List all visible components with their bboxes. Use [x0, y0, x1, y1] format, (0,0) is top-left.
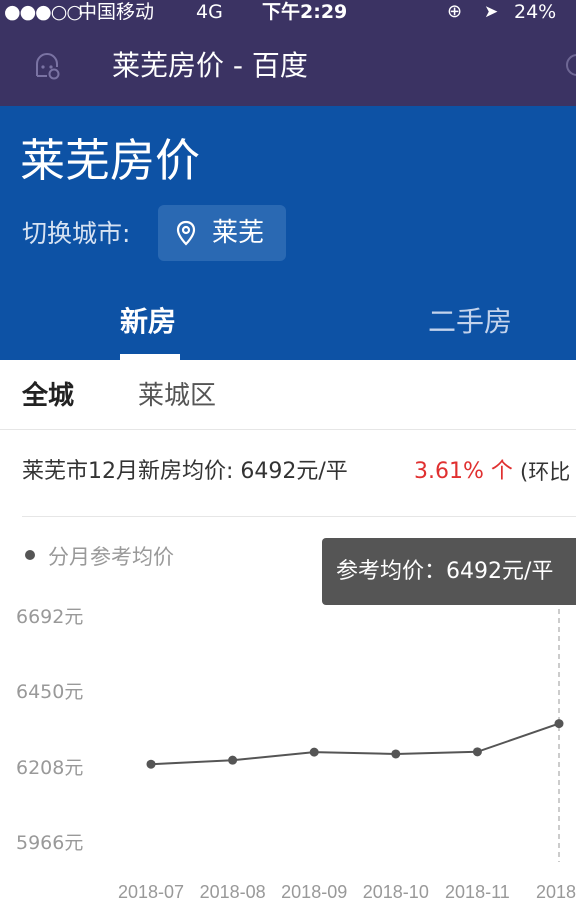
page-title: 莱芜房价 - 百度: [112, 49, 308, 82]
price-change-note: (环比: [520, 460, 571, 484]
data-point[interactable]: [391, 749, 401, 759]
series-line: [150, 722, 560, 766]
price-line-chart[interactable]: 2018-07 2018-08 2018-09 2018-10 2018-11 2018-: [0, 600, 576, 908]
district-laicheng[interactable]: 莱城区: [138, 360, 216, 432]
district-all[interactable]: 全城: [22, 360, 74, 432]
switch-city-label: 切换城市:: [22, 219, 131, 248]
tab-new-house[interactable]: 新房: [120, 296, 176, 360]
x-tick-label: 2018-09: [281, 882, 347, 902]
data-point[interactable]: [309, 747, 319, 757]
data-point[interactable]: [228, 755, 238, 765]
x-tick-label: 2018-: [536, 882, 576, 902]
tab-second-hand-house[interactable]: 二手房: [428, 296, 512, 360]
x-tick-label: 2018-07: [118, 882, 184, 902]
carrier-name: 中国移动: [78, 1, 155, 23]
chart-tooltip: 参考均价：6492元/平: [322, 538, 576, 605]
site-security-icon[interactable]: [32, 52, 62, 82]
data-point[interactable]: [554, 719, 564, 729]
x-tick-label: 2018-08: [200, 882, 266, 902]
x-tick-label: 2018-11: [445, 882, 510, 902]
data-point[interactable]: [472, 747, 482, 757]
more-icon[interactable]: [566, 54, 576, 76]
page-header: 莱芜房价 切换城市: 莱芜 新房 二手房: [0, 106, 576, 360]
data-point[interactable]: [146, 759, 156, 769]
network-type: 4G: [196, 1, 223, 23]
district-filter: 全城 莱城区: [0, 360, 576, 430]
x-tick-label: 2018-10: [363, 882, 429, 902]
location-arrow-icon: ➤: [484, 2, 499, 22]
browser-title-bar: 莱芜房价 - 百度: [0, 26, 576, 106]
average-price-text: 莱芜市12月新房均价: 6492元/平: [22, 459, 348, 484]
city-selector-button[interactable]: 莱芜: [158, 205, 286, 261]
city-name: 莱芜: [212, 218, 265, 248]
signal-strength: ●●●○○: [4, 1, 83, 23]
status-bar: ●●●○○ 中国移动 4G 下午2:29 ⊕ ➤ 24%: [0, 0, 576, 26]
header-title: 莱芜房价: [20, 134, 201, 187]
location-pin-icon: [176, 220, 196, 246]
legend-marker: [25, 550, 35, 560]
price-change: 3.61% 个: [414, 459, 513, 484]
legend-label: 分月参考均价: [48, 545, 174, 569]
rotation-lock-icon: ⊕: [447, 1, 463, 22]
battery-level: 24%: [514, 1, 557, 23]
price-summary: 莱芜市12月新房均价: 6492元/平 3.61% 个 (环比: [0, 430, 576, 518]
divider: [22, 516, 576, 517]
clock: 下午2:29: [262, 1, 348, 23]
